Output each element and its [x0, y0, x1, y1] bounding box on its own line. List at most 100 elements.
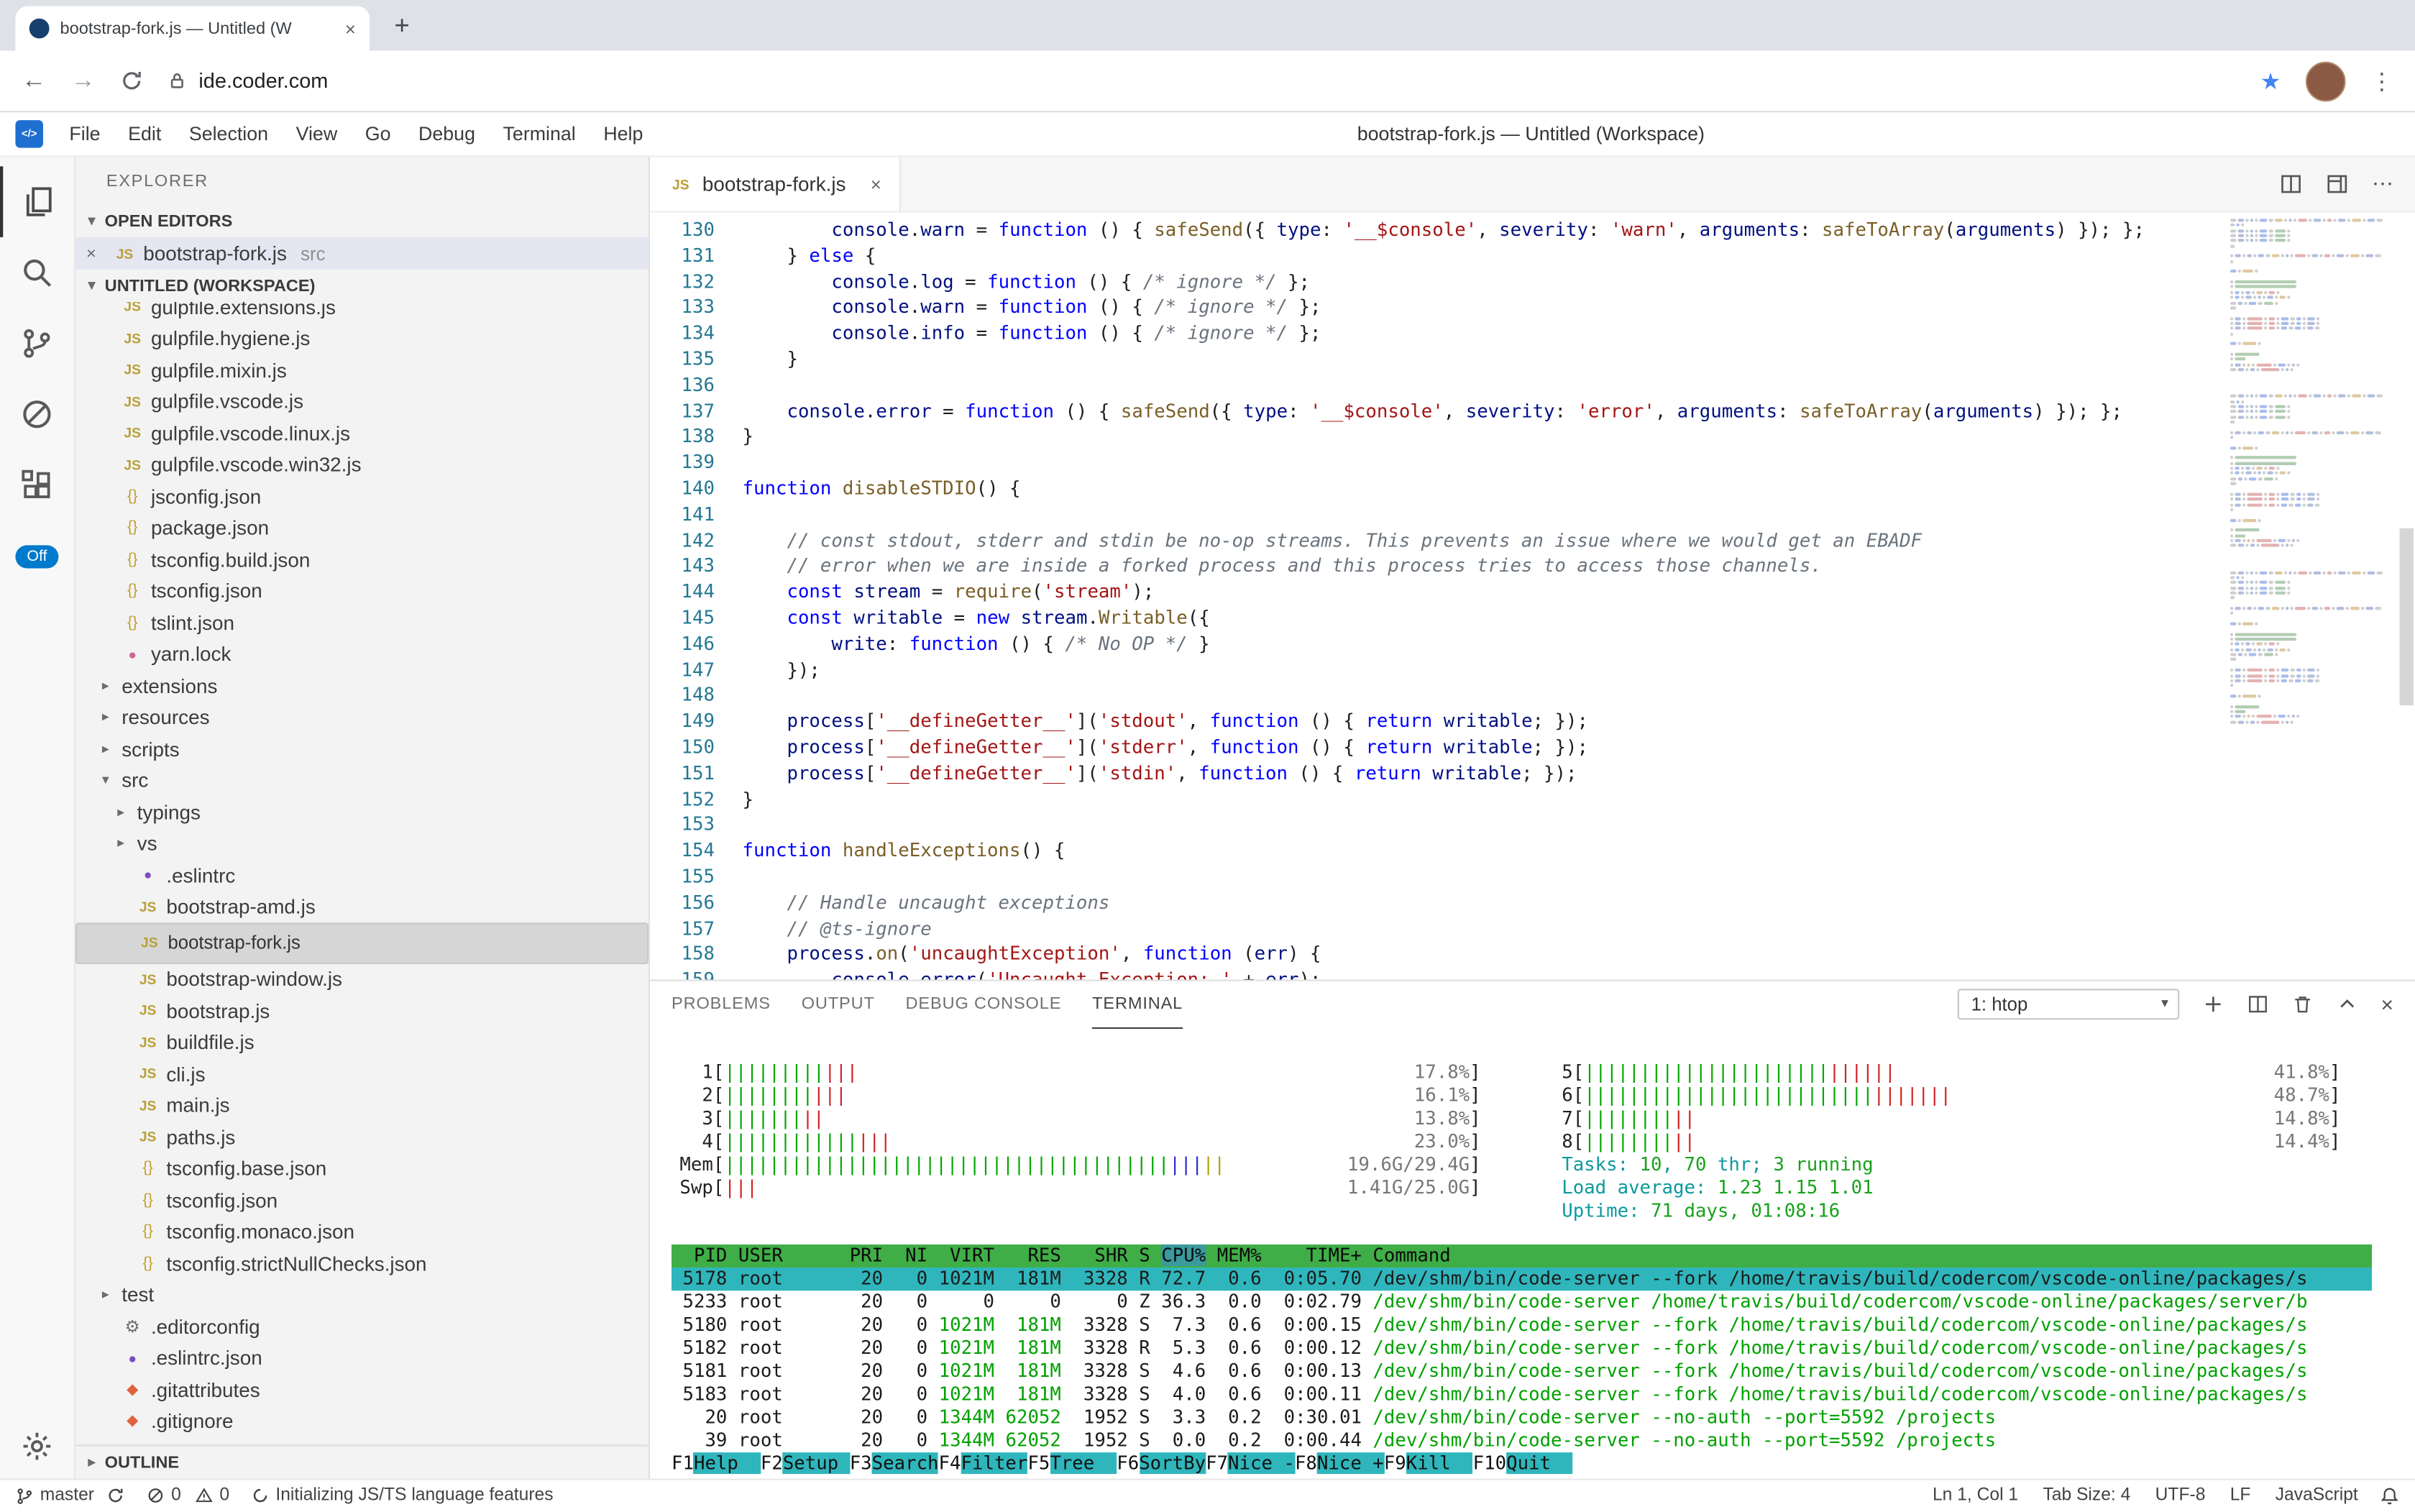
tree-item[interactable]: {}tsconfig.json [75, 1184, 649, 1216]
tree-item[interactable]: JSpaths.js [75, 1122, 649, 1153]
tree-item[interactable]: {}tsconfig.monaco.json [75, 1216, 649, 1247]
menu-go[interactable]: Go [351, 112, 404, 155]
tree-item[interactable]: ▸resources [75, 702, 649, 733]
tree-item[interactable]: JSgulpfile.hygiene.js [75, 323, 649, 354]
tree-item[interactable]: {}jsconfig.json [75, 480, 649, 512]
notifications-bell-icon[interactable] [2380, 1486, 2400, 1506]
menu-selection[interactable]: Selection [175, 112, 283, 155]
tree-item[interactable]: {}tsconfig.base.json [75, 1153, 649, 1184]
menu-terminal[interactable]: Terminal [489, 112, 590, 155]
tree-item[interactable]: ●yarn.lock [75, 638, 649, 670]
git-branch-status[interactable]: master [15, 1486, 124, 1506]
tree-item[interactable]: {}tsconfig.build.json [75, 544, 649, 575]
editor-scrollbar[interactable] [2396, 213, 2415, 980]
explorer-icon[interactable] [0, 166, 75, 237]
search-icon[interactable] [1, 237, 73, 308]
tree-item[interactable]: ▾src [75, 765, 649, 797]
tree-item[interactable]: JSmain.js [75, 1090, 649, 1122]
tree-item[interactable]: ●.eslintrc [75, 859, 649, 891]
forward-icon[interactable]: → [71, 67, 96, 95]
menu-edit[interactable]: Edit [114, 112, 175, 155]
bookmark-star-icon[interactable]: ★ [2260, 67, 2281, 95]
browser-tab[interactable]: bootstrap-fork.js — Untitled (W × [15, 6, 370, 51]
tree-item[interactable]: JScli.js [75, 1058, 649, 1090]
editor-tab[interactable]: JS bootstrap-fork.js × [650, 157, 902, 211]
tab-close-icon[interactable]: × [345, 18, 356, 40]
menu-view[interactable]: View [282, 112, 351, 155]
minimap[interactable] [2230, 219, 2393, 747]
tree-item[interactable]: JSbootstrap-window.js [75, 963, 649, 995]
tree-item[interactable]: JSgulpfile.extensions.js [75, 302, 649, 323]
tree-item[interactable]: ◆.gitignore [75, 1406, 649, 1437]
debug-off-icon[interactable] [1, 379, 73, 450]
tree-item[interactable]: {}package.json [75, 512, 649, 544]
close-panel-icon[interactable]: × [2380, 992, 2393, 1017]
tree-item[interactable]: ▸scripts [75, 733, 649, 765]
tree-item[interactable]: ▸vs [75, 828, 649, 859]
panel-tab-problems[interactable]: PROBLEMS [672, 981, 771, 1029]
menu-file[interactable]: File [55, 112, 114, 155]
tree-item[interactable]: JSgulpfile.vscode.win32.js [75, 449, 649, 480]
tab-close-icon[interactable]: × [871, 173, 881, 195]
new-tab-button[interactable]: + [382, 6, 422, 47]
tree-item[interactable]: JSgulpfile.mixin.js [75, 354, 649, 386]
scrollbar-thumb[interactable] [2400, 528, 2414, 705]
status-utf-8[interactable]: UTF-8 [2155, 1487, 2206, 1506]
panel-tab-debug-console[interactable]: DEBUG CONSOLE [906, 981, 1062, 1029]
code-area[interactable]: 130 console.warn = function () { safeSen… [650, 213, 2212, 980]
tree-item[interactable]: JSbootstrap.js [75, 995, 649, 1027]
avatar[interactable] [2306, 61, 2346, 101]
kill-terminal-icon[interactable] [2291, 994, 2313, 1015]
language-status[interactable]: Initializing JS/TS language features [251, 1487, 553, 1506]
tree-item[interactable]: JSgulpfile.vscode.linux.js [75, 418, 649, 449]
menu-help[interactable]: Help [590, 112, 657, 155]
tree-item[interactable]: {}tsconfig.strictNullChecks.json [75, 1247, 649, 1279]
source-control-icon[interactable] [1, 308, 73, 379]
problems-status[interactable]: 0 0 [147, 1487, 229, 1506]
tree-item[interactable]: JSbootstrap-amd.js [75, 891, 649, 922]
close-icon[interactable]: × [86, 244, 106, 263]
menu-debug[interactable]: Debug [405, 112, 489, 155]
tree-item[interactable]: ●.mention-bot [75, 1437, 649, 1445]
status-ln-1-col-1[interactable]: Ln 1, Col 1 [1933, 1487, 2018, 1506]
tree-item[interactable]: ●.eslintrc.json [75, 1342, 649, 1374]
browser-menu-icon[interactable]: ⋮ [2370, 67, 2393, 95]
toggle-layout-icon[interactable] [2326, 173, 2349, 196]
refresh-icon[interactable] [120, 69, 143, 92]
status-lf[interactable]: LF [2230, 1487, 2251, 1506]
editor-body[interactable]: 130 console.warn = function () { safeSen… [650, 213, 2415, 980]
tree-item[interactable]: ⚙.editorconfig [75, 1311, 649, 1342]
panel-tab-terminal[interactable]: TERMINAL [1092, 981, 1183, 1029]
terminal[interactable]: 1[||||||||||||17.8%]5[||||||||||||||||||… [650, 1027, 2415, 1479]
tree-item[interactable]: JSbuildfile.js [75, 1027, 649, 1058]
new-terminal-icon[interactable] [2202, 994, 2224, 1015]
more-actions-icon[interactable]: ⋯ [2372, 171, 2393, 197]
url-bar[interactable]: ide.coder.com [168, 69, 2236, 92]
sync-icon[interactable] [106, 1487, 125, 1506]
open-editors-header[interactable]: ▾ OPEN EDITORS [75, 205, 649, 237]
extensions-icon[interactable] [1, 450, 73, 521]
open-editor-item[interactable]: × JS bootstrap-fork.js src [75, 237, 649, 270]
split-terminal-icon[interactable] [2247, 994, 2268, 1015]
tree-item[interactable]: ▸extensions [75, 670, 649, 702]
telemetry-off-badge[interactable]: Off [16, 545, 58, 568]
settings-gear-icon[interactable] [20, 1429, 54, 1463]
tree-item[interactable]: {}tsconfig.json [75, 575, 649, 607]
workspace-header[interactable]: ▾ UNTITLED (WORKSPACE) [75, 270, 649, 302]
status-tab-size[interactable]: Tab Size: 4 [2043, 1487, 2130, 1506]
terminal-select[interactable]: 1: htop ▾ [1957, 989, 2178, 1020]
tree-item[interactable]: ▸typings [75, 797, 649, 828]
tree-item[interactable]: JSbootstrap-fork.js [75, 922, 649, 963]
tree-item[interactable]: {}tslint.json [75, 607, 649, 638]
tree-item[interactable]: JSgulpfile.vscode.js [75, 386, 649, 418]
status-javascript[interactable]: JavaScript [2276, 1487, 2358, 1506]
line-number: 145 [650, 605, 715, 631]
maximize-panel-icon[interactable] [2336, 994, 2357, 1015]
tree-item[interactable]: ▸test [75, 1279, 649, 1311]
back-icon[interactable]: ← [22, 67, 46, 95]
json-file-icon: {} [120, 614, 145, 631]
split-editor-icon[interactable] [2279, 173, 2302, 196]
tree-item[interactable]: ◆.gitattributes [75, 1374, 649, 1406]
outline-header[interactable]: ▸ OUTLINE [75, 1444, 649, 1478]
panel-tab-output[interactable]: OUTPUT [802, 981, 875, 1029]
